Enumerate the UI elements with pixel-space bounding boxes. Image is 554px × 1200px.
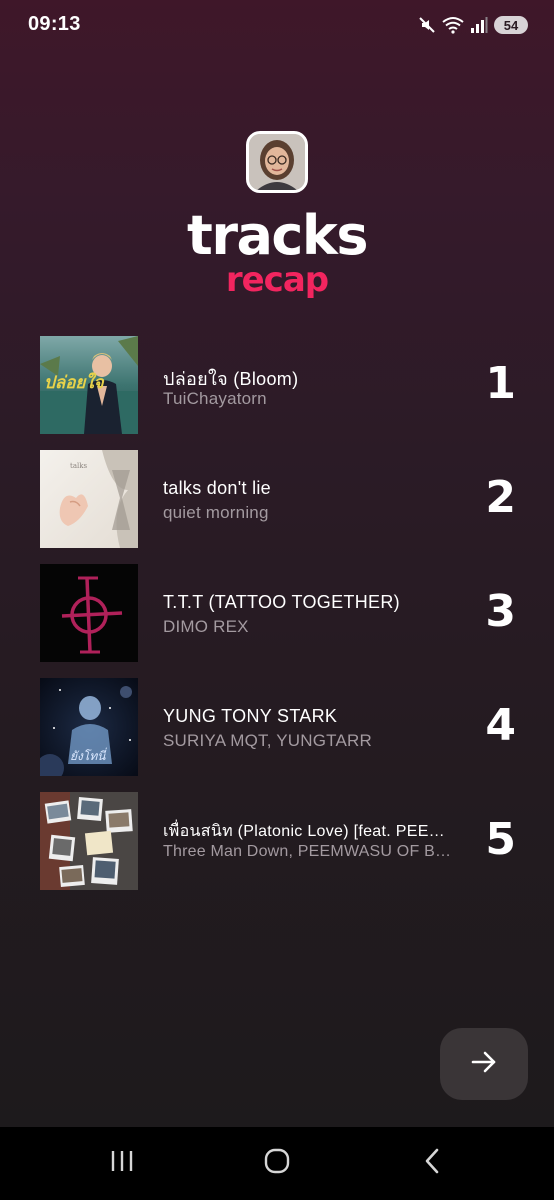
svg-text:talks: talks bbox=[70, 462, 87, 470]
track-item[interactable]: เพื่อนสนิท (Platonic Love) [feat. PEEMWA… bbox=[40, 792, 520, 890]
status-icons: 54 bbox=[418, 14, 528, 36]
home-button[interactable] bbox=[257, 1145, 297, 1181]
track-rank: 3 bbox=[485, 586, 516, 637]
profile-avatar[interactable] bbox=[246, 131, 308, 193]
album-cover-yung-tony-stark: ยังโทนี่ bbox=[40, 678, 138, 776]
track-rank: 5 bbox=[485, 814, 516, 865]
track-rank: 1 bbox=[485, 358, 516, 409]
system-nav-bar bbox=[0, 1127, 554, 1200]
album-cover-bloom: ปล่อยใจ bbox=[40, 336, 138, 434]
track-rank: 2 bbox=[485, 472, 516, 523]
signal-icon bbox=[470, 16, 488, 34]
next-button[interactable] bbox=[440, 1028, 528, 1100]
recent-apps-button[interactable] bbox=[102, 1145, 142, 1181]
mute-icon bbox=[418, 16, 436, 34]
album-cover-platonic-love bbox=[40, 792, 138, 890]
track-rank: 4 bbox=[485, 700, 516, 751]
home-icon bbox=[263, 1147, 291, 1180]
track-title: talks don't lie bbox=[163, 478, 271, 498]
status-bar: 09:13 54 bbox=[0, 0, 554, 52]
svg-text:ปล่อยใจ: ปล่อยใจ bbox=[44, 372, 105, 393]
track-title: เพื่อนสนิท (Platonic Love) [feat. PEEMWA… bbox=[163, 823, 455, 840]
recap-screen: 09:13 54 tracks recap ปล่อยใจ ปล่อยใจ (B… bbox=[0, 0, 554, 1127]
battery-icon: 54 bbox=[494, 16, 528, 34]
arrow-right-icon bbox=[470, 1048, 498, 1081]
track-item[interactable]: ปล่อยใจ ปล่อยใจ (Bloom) TuiChayatorn 1 bbox=[40, 336, 520, 434]
album-cover-ttt bbox=[40, 564, 138, 662]
svg-text:ยังโทนี่: ยังโทนี่ bbox=[70, 747, 107, 763]
track-artist: Three Man Down, PEEMWASU OF BUS bbox=[163, 843, 455, 860]
page-subtitle: recap bbox=[225, 260, 329, 300]
wifi-icon bbox=[442, 16, 464, 34]
status-time: 09:13 bbox=[28, 13, 81, 35]
track-artist: quiet morning bbox=[163, 503, 269, 522]
track-title: T.T.T (TATTOO TOGETHER) bbox=[163, 592, 400, 612]
back-button[interactable] bbox=[412, 1145, 452, 1181]
track-item[interactable]: talks talks don't lie quiet morning 2 bbox=[40, 450, 520, 548]
recent-apps-icon bbox=[109, 1149, 135, 1178]
track-artist: DIMO REX bbox=[163, 617, 249, 636]
back-icon bbox=[422, 1148, 442, 1179]
track-artist: SURIYA MQT, YUNGTARR bbox=[163, 731, 372, 750]
track-title: YUNG TONY STARK bbox=[163, 706, 338, 726]
track-artist: TuiChayatorn bbox=[163, 389, 267, 408]
track-item[interactable]: ยังโทนี่ YUNG TONY STARK SURIYA MQT, YUN… bbox=[40, 678, 520, 776]
track-item[interactable]: T.T.T (TATTOO TOGETHER) DIMO REX 3 bbox=[40, 564, 520, 662]
album-cover-talks-dont-lie: talks bbox=[40, 450, 138, 548]
